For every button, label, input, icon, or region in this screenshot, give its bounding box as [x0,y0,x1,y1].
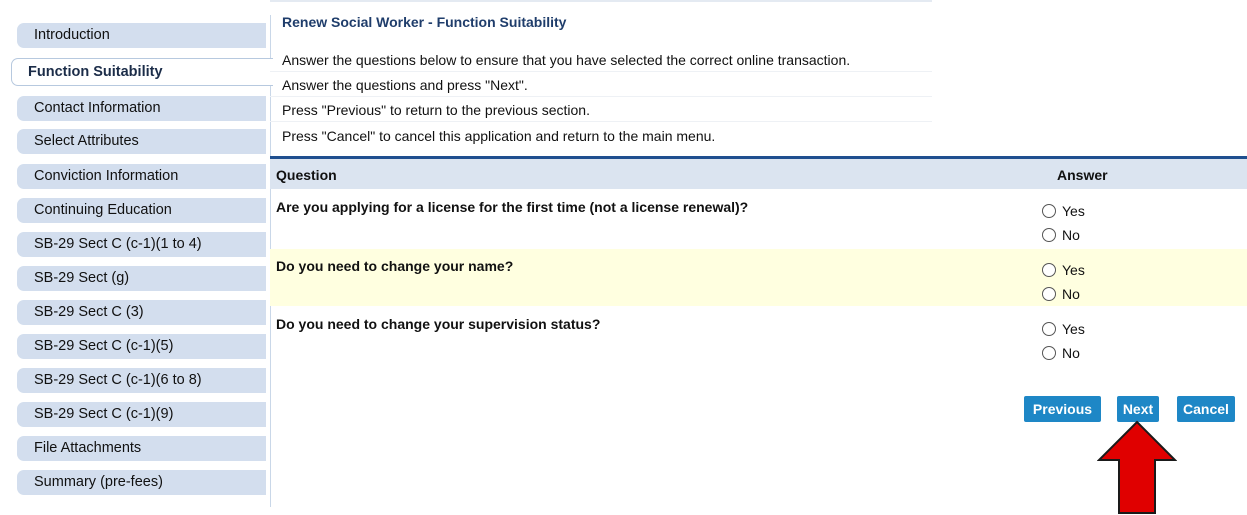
sidebar-item-sb29-c-3[interactable]: SB-29 Sect C (3) [17,300,266,325]
table-row: Are you applying for a license for the f… [270,189,1247,247]
cancel-button[interactable]: Cancel [1177,396,1235,422]
radio-button[interactable] [1042,263,1056,277]
radio-button[interactable] [1042,204,1056,218]
table-row: Do you need to change your supervision s… [270,308,1247,368]
radio-label: Yes [1062,203,1085,219]
sidebar-item-contact-information[interactable]: Contact Information [17,96,266,121]
radio-label: No [1062,227,1080,243]
question-text: Do you need to change your supervision s… [276,316,601,332]
radio-button[interactable] [1042,346,1056,360]
radio-button[interactable] [1042,228,1056,242]
radio-option-yes[interactable]: Yes [1042,202,1085,220]
sidebar-item-summary-pre-fees[interactable]: Summary (pre-fees) [17,470,266,495]
divider [270,96,932,97]
radio-button[interactable] [1042,287,1056,301]
top-divider [270,0,932,2]
divider [270,121,932,122]
radio-label: Yes [1062,262,1085,278]
previous-button[interactable]: Previous [1024,396,1101,422]
sidebar-item-sb29-c-c1-6to8[interactable]: SB-29 Sect C (c-1)(6 to 8) [17,368,266,393]
page-title: Renew Social Worker - Function Suitabili… [282,14,567,30]
table-row: Do you need to change your name? [270,249,1247,306]
sidebar-item-sb29-c-c1-1to4[interactable]: SB-29 Sect C (c-1)(1 to 4) [17,232,266,257]
sidebar-item-sb29-c-c1-5[interactable]: SB-29 Sect C (c-1)(5) [17,334,266,359]
radio-option-no[interactable]: No [1042,285,1080,303]
instruction-line: Press "Cancel" to cancel this applicatio… [282,128,716,144]
radio-label: No [1062,286,1080,302]
sidebar-item-conviction-information[interactable]: Conviction Information [17,164,266,189]
sidebar-item-sb29-c-c1-9[interactable]: SB-29 Sect C (c-1)(9) [17,402,266,427]
radio-option-no[interactable]: No [1042,226,1080,244]
radio-option-no[interactable]: No [1042,344,1080,362]
radio-option-yes[interactable]: Yes [1042,320,1085,338]
instruction-line: Press "Previous" to return to the previo… [282,102,590,118]
sidebar-item-file-attachments[interactable]: File Attachments [17,436,266,461]
column-header-question: Question [276,167,337,183]
column-header-answer: Answer [1057,167,1108,183]
sidebar-item-function-suitability[interactable]: Function Suitability [11,58,273,86]
question-text: Are you applying for a license for the f… [276,199,749,215]
next-button[interactable]: Next [1117,396,1159,422]
table-header: Question Answer [270,159,1247,189]
sidebar-item-introduction[interactable]: Introduction [17,23,266,48]
radio-button[interactable] [1042,322,1056,336]
question-text: Do you need to change your name? [276,258,514,274]
instruction-line: Answer the questions and press "Next". [282,77,528,93]
radio-label: No [1062,345,1080,361]
radio-option-yes[interactable]: Yes [1042,261,1085,279]
divider [270,71,932,72]
sidebar-item-continuing-education[interactable]: Continuing Education [17,198,266,223]
sidebar-item-sb29-g[interactable]: SB-29 Sect (g) [17,266,266,291]
pointer-arrow-icon [1097,420,1177,514]
sidebar-item-select-attributes[interactable]: Select Attributes [17,129,266,154]
sidebar-nav: Introduction Function Suitability Contac… [11,15,273,507]
instruction-line: Answer the questions below to ensure tha… [282,52,851,68]
radio-label: Yes [1062,321,1085,337]
